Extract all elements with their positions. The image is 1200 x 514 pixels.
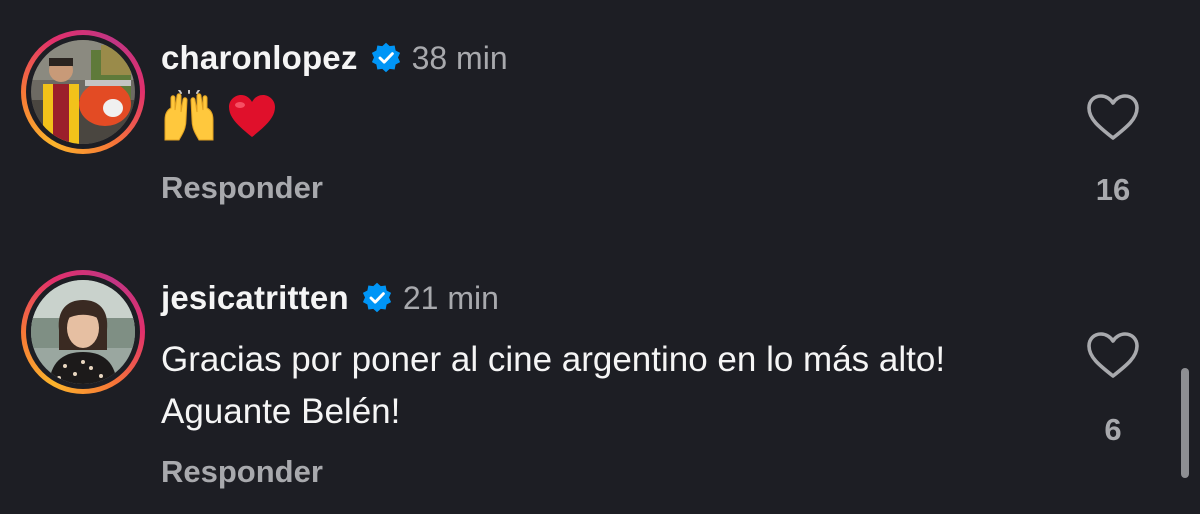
- comment-emojis: [161, 88, 277, 147]
- comment-text: Gracias por poner al cine argentino en l…: [161, 340, 946, 431]
- red-heart-emoji: [227, 93, 277, 144]
- reply-button[interactable]: Responder: [161, 454, 323, 490]
- verified-badge-icon: [370, 42, 402, 74]
- scrollbar[interactable]: [1181, 368, 1189, 478]
- avatar: [31, 280, 135, 384]
- comment-header: jesicatritten 21 min: [161, 276, 499, 320]
- comments-screen: charonlopez 38 min Responder 16 jesicatr…: [0, 0, 1200, 514]
- comment-item: jesicatritten 21 min Gracias por poner a…: [0, 270, 1200, 500]
- avatar: [31, 40, 135, 144]
- timestamp: 38 min: [411, 39, 508, 76]
- username[interactable]: charonlopez: [161, 39, 358, 77]
- comment-header: charonlopez 38 min: [161, 36, 508, 80]
- story-ring-avatar[interactable]: [21, 270, 145, 394]
- heart-outline-icon[interactable]: [1085, 92, 1141, 142]
- story-ring-avatar[interactable]: [21, 30, 145, 154]
- like-count: 16: [1095, 172, 1131, 207]
- timestamp: 21 min: [402, 279, 499, 316]
- raising-hands-emoji: [161, 88, 217, 147]
- reply-button[interactable]: Responder: [161, 170, 323, 206]
- avatar-ring-gap: [26, 275, 140, 389]
- avatar-ring-gap: [26, 35, 140, 149]
- verified-badge-icon: [361, 282, 393, 314]
- heart-outline-icon[interactable]: [1085, 330, 1141, 380]
- like-count: 6: [1104, 412, 1122, 447]
- username[interactable]: jesicatritten: [161, 279, 349, 317]
- comment-item: charonlopez 38 min Responder 16: [0, 30, 1200, 220]
